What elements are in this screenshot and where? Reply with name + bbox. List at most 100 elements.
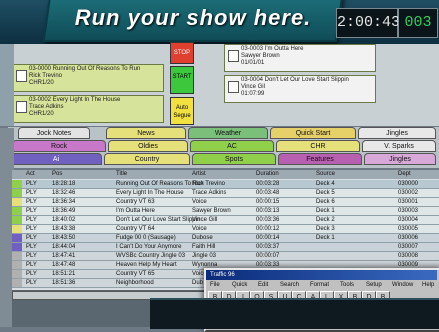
- tab-features[interactable]: Features: [278, 153, 362, 165]
- cell-dur: 00:00:15: [256, 199, 280, 205]
- cell-pos: 18:43:38: [52, 226, 76, 232]
- menu-item-file[interactable]: File: [210, 281, 220, 290]
- category-swatch: [12, 234, 22, 242]
- banner-text: Run your show here.: [74, 5, 312, 30]
- category-swatch: [12, 180, 22, 188]
- tab-chr[interactable]: CHR: [276, 140, 360, 152]
- cell-src: Deck 6: [316, 199, 335, 205]
- col-pos[interactable]: Pos: [52, 170, 62, 179]
- cell-title: WVSBc Country Jingle 03: [116, 253, 186, 259]
- cell-act: PLY: [26, 244, 37, 250]
- menu-item-format[interactable]: Format: [310, 281, 329, 290]
- tab-quick-start[interactable]: Quick Start: [270, 127, 356, 139]
- tab-ac[interactable]: AC: [190, 140, 274, 152]
- cell-artist: Sawyer Brown: [192, 208, 231, 214]
- col-source[interactable]: Source: [316, 170, 335, 179]
- cart-title: 03-0003 I'm Outta Here: [241, 46, 304, 52]
- category-swatch: [12, 207, 22, 215]
- cell-act: PLY: [26, 226, 37, 232]
- category-swatch: [12, 261, 22, 269]
- table-row[interactable]: PLY 18:47:41 WVSBc Country Jingle 03 Jingle…: [12, 252, 439, 261]
- event-counter: 003: [398, 8, 438, 38]
- cart-slot-3[interactable]: 03-0003 I'm Outta Here Sawyer Brown 01/0…: [224, 44, 376, 72]
- tab-spots[interactable]: Spots: [192, 153, 276, 165]
- cart-slot-1[interactable]: 03-0000 Running Out Of Reasons To Run Ri…: [12, 64, 164, 92]
- category-swatch: [12, 198, 22, 206]
- cell-dept: 030006: [398, 235, 419, 241]
- tab-oldies[interactable]: Oldies: [108, 140, 188, 152]
- cell-act: PLY: [26, 271, 37, 277]
- table-row[interactable]: PLY 18:40:02 Don't Let Our Love Start Slip…: [12, 216, 439, 225]
- category-swatch: [12, 279, 22, 287]
- cell-dept: 030000: [398, 181, 419, 187]
- cell-src: Deck 5: [316, 190, 335, 196]
- col-duration[interactable]: Duration: [256, 170, 279, 179]
- cell-title: Every Light In The House: [116, 190, 184, 196]
- cell-pos: 18:32:46: [52, 190, 76, 196]
- cell-pos: 18:47:41: [52, 253, 76, 259]
- auto-segue-button[interactable]: Auto Segue: [170, 97, 194, 125]
- tab-v-sparks[interactable]: V. Sparks: [362, 140, 436, 152]
- cell-title: Running Out Of Reasons To Run: [116, 181, 204, 187]
- table-row[interactable]: PLY 18:28:18 Running Out Of Reasons To Run…: [12, 180, 439, 189]
- table-row[interactable]: PLY 18:44:04 I Can't Do Your Anymore Faith …: [12, 243, 439, 252]
- cart-title: 03-0000 Running Out Of Reasons To Run: [29, 66, 141, 72]
- cell-dept: 030008: [398, 253, 419, 259]
- cell-src: Deck 3: [316, 226, 335, 232]
- menu-item-window[interactable]: Window: [392, 281, 413, 290]
- col-dept[interactable]: Dept: [398, 170, 411, 179]
- cell-dur: 00:00:12: [256, 226, 280, 232]
- cart-area: 03-0000 Running Out Of Reasons To Run Ri…: [0, 42, 439, 126]
- menu-item-setup[interactable]: Setup: [366, 281, 382, 290]
- cart-slot-4[interactable]: 03-0004 Don't Let Our Love Start Slippin…: [224, 75, 376, 103]
- start-button[interactable]: START: [170, 66, 194, 94]
- cell-dept: 030005: [398, 226, 419, 232]
- cell-pos: 18:51:36: [52, 280, 76, 286]
- table-row[interactable]: PLY 18:36:49 I'm Outta Here Sawyer Brown 00:…: [12, 207, 439, 216]
- cart-title: 03-0004 Don't Let Our Love Start Slippin: [241, 77, 349, 83]
- tab-country[interactable]: Country: [104, 153, 190, 165]
- tab-weather[interactable]: Weather: [188, 127, 268, 139]
- cell-act: PLY: [26, 190, 37, 196]
- cart-slot-2[interactable]: 03-0002 Every Light In The House Trace A…: [12, 95, 164, 123]
- menu-item-tools[interactable]: Tools: [340, 281, 354, 290]
- cell-dur: 00:03:28: [256, 181, 280, 187]
- table-row[interactable]: PLY 18:43:38 Country VT 64 Voice 00:00:12 Dec…: [12, 225, 439, 234]
- tab-news[interactable]: News: [106, 127, 186, 139]
- menu-item-help[interactable]: Help: [422, 281, 434, 290]
- cell-title: Country VT 65: [116, 271, 155, 277]
- cell-title: Neighborhood: [116, 280, 154, 286]
- tab-jock-notes[interactable]: Jock Notes: [18, 127, 90, 139]
- tab-jingles-top[interactable]: Jingles: [358, 127, 436, 139]
- cart-artist: Vince Gil: [241, 84, 265, 90]
- tab-rock[interactable]: Rock: [12, 140, 106, 152]
- col-artist[interactable]: Artist: [192, 170, 206, 179]
- category-swatch: [12, 189, 22, 197]
- category-swatch: [12, 243, 22, 251]
- stop-button[interactable]: STOP: [170, 42, 194, 64]
- clock-display: 2:00:43: [336, 8, 400, 38]
- cell-act: PLY: [26, 199, 37, 205]
- tab-jingles[interactable]: Jingles: [364, 153, 436, 165]
- cell-dept: 030003: [398, 208, 419, 214]
- table-row[interactable]: PLY 18:36:34 Country VT 63 Voice 00:00:15 Dec…: [12, 198, 439, 207]
- table-row[interactable]: PLY 18:32:46 Every Light In The House Trace…: [12, 189, 439, 198]
- col-act[interactable]: Act: [26, 170, 35, 179]
- menu-item-edit[interactable]: Edit: [258, 281, 268, 290]
- cell-act: PLY: [26, 217, 37, 223]
- tab-ai[interactable]: Ai: [10, 153, 102, 165]
- cart-artist: Trace Adkins: [29, 104, 64, 110]
- cell-artist: Rick Trevino: [192, 181, 226, 187]
- menu-item-search[interactable]: Search: [280, 281, 299, 290]
- cell-artist: Trace Adkins: [192, 190, 227, 196]
- cell-title: Heaven Help My Heart: [116, 262, 177, 268]
- dark-panel: [150, 298, 439, 329]
- col-title[interactable]: Title: [116, 170, 127, 179]
- category-tabs: Jock Notes News Weather Quick Start Jing…: [8, 127, 439, 168]
- promo-banner: Run your show here.: [42, 0, 344, 42]
- cell-pos: 18:36:34: [52, 199, 76, 205]
- table-row[interactable]: PLY 18:43:50 Fudge 00 0 (Sausage) Dubose 00:…: [12, 234, 439, 243]
- menu-item-quick[interactable]: Quick: [232, 281, 247, 290]
- cell-dur: 00:03:48: [256, 190, 280, 196]
- category-swatch: [12, 270, 22, 278]
